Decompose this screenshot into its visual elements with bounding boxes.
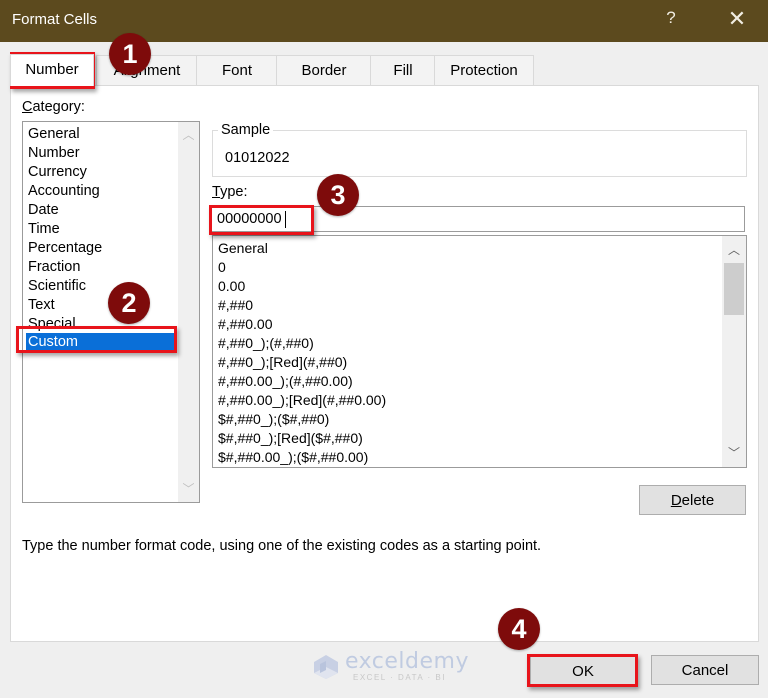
- ok-button[interactable]: OK: [530, 656, 636, 686]
- title-bar: Format Cells ? ✕: [0, 0, 768, 42]
- cancel-button[interactable]: Cancel: [651, 655, 759, 685]
- category-label-text: ategory:: [32, 99, 85, 115]
- tab-font[interactable]: Font: [196, 55, 278, 85]
- format-code-item[interactable]: $#,##0_);($#,##0): [218, 410, 329, 429]
- format-code-item[interactable]: #,##0.00_);[Red](#,##0.00): [218, 391, 386, 410]
- step-badge-4: 4: [498, 608, 540, 650]
- help-icon[interactable]: ?: [660, 8, 682, 32]
- category-label: Category:: [22, 99, 85, 115]
- format-code-item[interactable]: #,##0_);[Red](#,##0): [218, 353, 347, 372]
- category-scrollbar[interactable]: ︿ ﹀: [178, 122, 199, 502]
- chevron-down-icon[interactable]: ﹀: [722, 443, 746, 463]
- category-item-general[interactable]: General: [28, 125, 80, 144]
- category-label-accel: C: [22, 99, 33, 115]
- text-caret: [285, 211, 286, 228]
- format-code-item[interactable]: 0: [218, 258, 226, 277]
- category-item-text[interactable]: Text: [28, 296, 55, 315]
- sample-group: [212, 130, 747, 177]
- category-item-date[interactable]: Date: [28, 201, 59, 220]
- chevron-up-icon[interactable]: ︿: [722, 240, 746, 260]
- close-icon[interactable]: ✕: [724, 6, 750, 34]
- category-item-custom[interactable]: Custom: [26, 333, 176, 352]
- tab-fill[interactable]: Fill: [370, 55, 436, 85]
- chevron-down-icon[interactable]: ﹀: [178, 479, 199, 499]
- category-item-time[interactable]: Time: [28, 220, 60, 239]
- type-input[interactable]: [211, 206, 745, 232]
- step-badge-1: 1: [109, 33, 151, 75]
- category-item-special[interactable]: Special: [28, 315, 76, 334]
- category-item-currency[interactable]: Currency: [28, 163, 87, 182]
- format-code-item[interactable]: General: [218, 239, 268, 258]
- window-title: Format Cells: [12, 11, 98, 28]
- format-code-item[interactable]: #,##0_);(#,##0): [218, 334, 314, 353]
- sample-label: Sample: [218, 122, 274, 138]
- type-label-accel: T: [212, 184, 221, 200]
- category-item-scientific[interactable]: Scientific: [28, 277, 86, 296]
- category-item-number[interactable]: Number: [28, 144, 80, 163]
- delete-button-accel: D: [670, 492, 682, 509]
- tab-border[interactable]: Border: [276, 55, 372, 85]
- format-code-item[interactable]: $#,##0.00_);($#,##0.00): [218, 448, 368, 467]
- format-code-item[interactable]: 0.00: [218, 277, 245, 296]
- sample-value: 01012022: [225, 150, 290, 166]
- format-description: Type the number format code, using one o…: [22, 538, 542, 554]
- type-label: Type:: [212, 184, 247, 200]
- tab-number[interactable]: Number: [10, 54, 94, 86]
- scrollbar-thumb[interactable]: [724, 263, 744, 315]
- step-badge-2: 2: [108, 282, 150, 324]
- watermark-name: exceldemy: [345, 649, 469, 674]
- format-code-item[interactable]: #,##0: [218, 296, 253, 315]
- category-item-percentage[interactable]: Percentage: [28, 239, 102, 258]
- step-badge-3: 3: [317, 174, 359, 216]
- chevron-up-icon[interactable]: ︿: [178, 125, 199, 145]
- tab-protection[interactable]: Protection: [434, 55, 534, 85]
- format-code-item[interactable]: $#,##0_);[Red]($#,##0): [218, 429, 363, 448]
- exceldemy-logo-icon: [314, 655, 338, 679]
- format-code-item[interactable]: #,##0.00_);(#,##0.00): [218, 372, 353, 391]
- format-code-scrollbar[interactable]: ︿ ﹀: [722, 236, 746, 467]
- format-code-list[interactable]: General 0 0.00 #,##0 #,##0.00 #,##0_);(#…: [212, 235, 747, 468]
- category-item-fraction[interactable]: Fraction: [28, 258, 80, 277]
- watermark-tagline: EXCEL · DATA · BI: [353, 673, 446, 682]
- delete-button-label: elete: [681, 492, 715, 509]
- exceldemy-watermark: exceldemy EXCEL · DATA · BI: [313, 649, 468, 682]
- format-code-item[interactable]: #,##0.00: [218, 315, 273, 334]
- type-label-text: ype:: [220, 184, 248, 200]
- delete-button[interactable]: Delete: [639, 485, 746, 515]
- category-item-accounting[interactable]: Accounting: [28, 182, 100, 201]
